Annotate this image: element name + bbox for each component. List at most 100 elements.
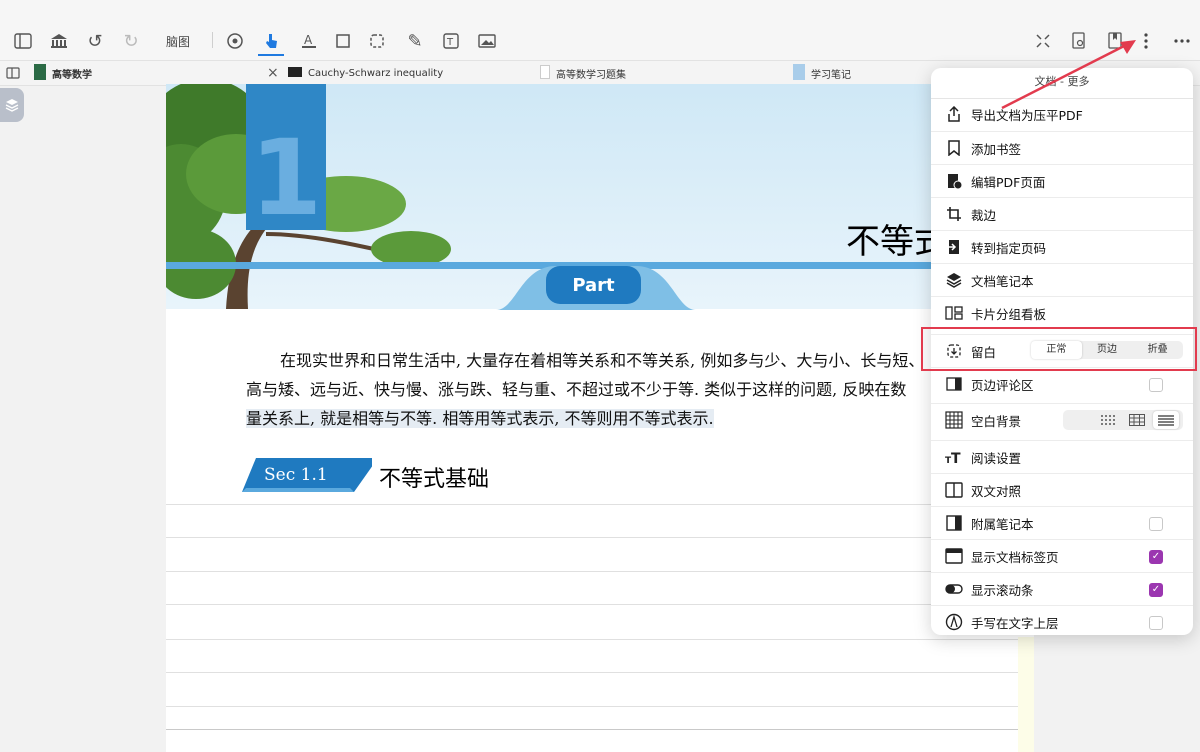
part-label: Part xyxy=(546,266,641,304)
part-label-wrap: Part xyxy=(496,262,696,310)
tab-label: 学习笔记 xyxy=(811,69,851,81)
menu-item-label: 文档笔记本 xyxy=(971,273,1034,289)
document-thumbnail-icon xyxy=(288,66,302,80)
split-view-icon xyxy=(945,481,963,499)
menu-item-blank-background[interactable]: 空白背景 xyxy=(931,403,1193,436)
menu-item-label: 手写在文字上层 xyxy=(971,615,1059,631)
text-size-icon: TT xyxy=(945,448,963,466)
margin-comment-icon xyxy=(945,375,963,393)
paragraph-line: 在现实世界和日常生活中, 大量存在着相等关系和不等关系, 例如多与少、大与小、长… xyxy=(280,351,925,370)
annotation-highlight-box xyxy=(921,327,1197,371)
view-mode-icon[interactable] xyxy=(224,28,246,54)
blank-page-icon xyxy=(540,64,550,82)
tab-label: 高等数学 xyxy=(52,69,92,81)
attached-notebook-checkbox[interactable] xyxy=(1149,517,1163,531)
tab-cauchy-schwarz[interactable]: Cauchy-Schwarz inequality xyxy=(288,61,528,85)
tab-study-notes[interactable]: 学习笔记 xyxy=(793,61,923,85)
page-bottom-line xyxy=(166,729,1034,730)
highlighted-text[interactable]: 量关系上, 就是相等与不等. 相等用等式表示, 不等则用不等式表示. xyxy=(246,409,714,428)
tab-label: 高等数学习题集 xyxy=(556,69,626,81)
board-icon xyxy=(945,304,963,322)
menu-item-label: 显示滚动条 xyxy=(971,582,1034,598)
note-line xyxy=(166,604,1034,605)
close-tab-icon[interactable]: × xyxy=(267,61,279,85)
menu-item-show-scrollbar[interactable]: 显示滚动条 ✓ xyxy=(931,572,1193,605)
show-scrollbar-checkbox[interactable]: ✓ xyxy=(1149,583,1163,597)
menu-item-label: 双文对照 xyxy=(971,483,1022,499)
menu-item-goto-page[interactable]: 转到指定页码 xyxy=(931,230,1193,263)
undo-icon[interactable]: ↺ xyxy=(84,28,106,54)
crop-icon xyxy=(945,205,963,223)
menu-item-show-tabs[interactable]: 显示文档标签页 ✓ xyxy=(931,539,1193,572)
menu-item-label: 裁边 xyxy=(971,207,997,223)
tabs-icon xyxy=(945,547,963,565)
menu-item-label: 页边评论区 xyxy=(971,377,1034,393)
chapter-number: 1 xyxy=(249,117,323,239)
note-line xyxy=(166,706,1034,707)
text-highlight-icon[interactable]: A xyxy=(298,28,320,54)
menu-item-document-notebook[interactable]: 文档笔记本 xyxy=(931,263,1193,296)
menu-item-label: 附属笔记本 xyxy=(971,516,1034,532)
menu-item-reading-settings[interactable]: TT 阅读设置 xyxy=(931,440,1193,473)
show-tabs-checkbox[interactable]: ✓ xyxy=(1149,550,1163,564)
menu-item-label: 转到指定页码 xyxy=(971,240,1047,256)
intro-paragraph: 在现实世界和日常生活中, 大量存在着相等关系和不等关系, 例如多与少、大与小、长… xyxy=(246,346,1034,433)
panel-toggle-icon[interactable] xyxy=(6,61,20,85)
note-line xyxy=(166,571,1034,572)
document-page[interactable]: 1 不等式 Part 在现实世界和日常生活中, 大量存在着相等关系和不等关系, … xyxy=(166,84,1034,752)
dots-grid-icon[interactable] xyxy=(1095,411,1121,429)
pen-icon[interactable]: ✎ xyxy=(404,28,426,54)
text-box-icon[interactable]: T xyxy=(440,28,462,54)
background-segmented-control xyxy=(1063,410,1183,430)
section-title: 不等式基础 xyxy=(379,467,490,492)
scrollbar-icon xyxy=(945,580,963,598)
paragraph-line: 高与矮、远与近、快与慢、涨与跌、轻与重、不超过或不少于等. 类似于这样的问题, … xyxy=(246,380,907,399)
section-badge-label: Sec 1.1 xyxy=(264,465,328,485)
lined-background-icon[interactable] xyxy=(1153,411,1179,429)
menu-item-label: 编辑PDF页面 xyxy=(971,174,1046,190)
note-line xyxy=(166,672,1034,673)
side-notebook-icon xyxy=(945,514,963,532)
svg-text:T: T xyxy=(951,451,961,465)
more-horizontal-icon[interactable] xyxy=(1172,28,1192,54)
mindmap-button[interactable]: 脑图 xyxy=(166,33,190,50)
library-icon[interactable] xyxy=(48,28,70,54)
lasso-icon[interactable] xyxy=(366,28,388,54)
goto-page-icon xyxy=(945,238,963,256)
edit-pdf-icon xyxy=(945,172,963,190)
rectangle-select-icon[interactable] xyxy=(332,28,354,54)
sidebar-toggle-icon[interactable] xyxy=(12,28,34,54)
menu-item-crop[interactable]: 裁边 xyxy=(931,197,1193,230)
tab-label: Cauchy-Schwarz inequality xyxy=(308,67,444,79)
note-line xyxy=(166,537,1034,538)
redo-icon[interactable]: ↻ xyxy=(120,28,142,54)
svg-text:A: A xyxy=(304,33,313,47)
margin-comments-checkbox[interactable] xyxy=(1149,378,1163,392)
note-line xyxy=(166,504,1034,505)
toolbar-divider xyxy=(212,32,213,48)
background-blank-option[interactable] xyxy=(1067,411,1093,429)
tab-advanced-math[interactable]: 高等数学 xyxy=(34,61,284,85)
handwrite-above-checkbox[interactable] xyxy=(1149,616,1163,630)
svg-text:T: T xyxy=(446,37,454,48)
menu-item-handwrite-above-text[interactable]: 手写在文字上层 xyxy=(931,605,1193,638)
bookmark-icon xyxy=(945,139,963,157)
hand-pointer-icon[interactable] xyxy=(258,28,284,56)
share-icon xyxy=(945,105,963,123)
layers-icon xyxy=(945,271,963,289)
margin-strip xyxy=(1018,637,1034,752)
image-icon[interactable] xyxy=(476,28,498,54)
layers-panel-button[interactable] xyxy=(0,88,24,122)
note-line xyxy=(166,639,1034,640)
menu-item-attached-notebook[interactable]: 附属笔记本 xyxy=(931,506,1193,539)
menu-item-margin-comments[interactable]: 页边评论区 xyxy=(931,367,1193,400)
tab-exercise-set[interactable]: 高等数学习题集 xyxy=(540,61,780,85)
grid-icon xyxy=(945,411,963,429)
menu-item-label: 卡片分组看板 xyxy=(971,306,1047,322)
menu-item-side-by-side[interactable]: 双文对照 xyxy=(931,473,1193,506)
square-grid-icon[interactable] xyxy=(1124,411,1150,429)
menu-item-add-bookmark[interactable]: 添加书签 xyxy=(931,131,1193,164)
menu-item-edit-pdf-pages[interactable]: 编辑PDF页面 xyxy=(931,164,1193,197)
menu-item-card-board[interactable]: 卡片分组看板 xyxy=(931,296,1193,329)
menu-item-label: 添加书签 xyxy=(971,141,1022,157)
